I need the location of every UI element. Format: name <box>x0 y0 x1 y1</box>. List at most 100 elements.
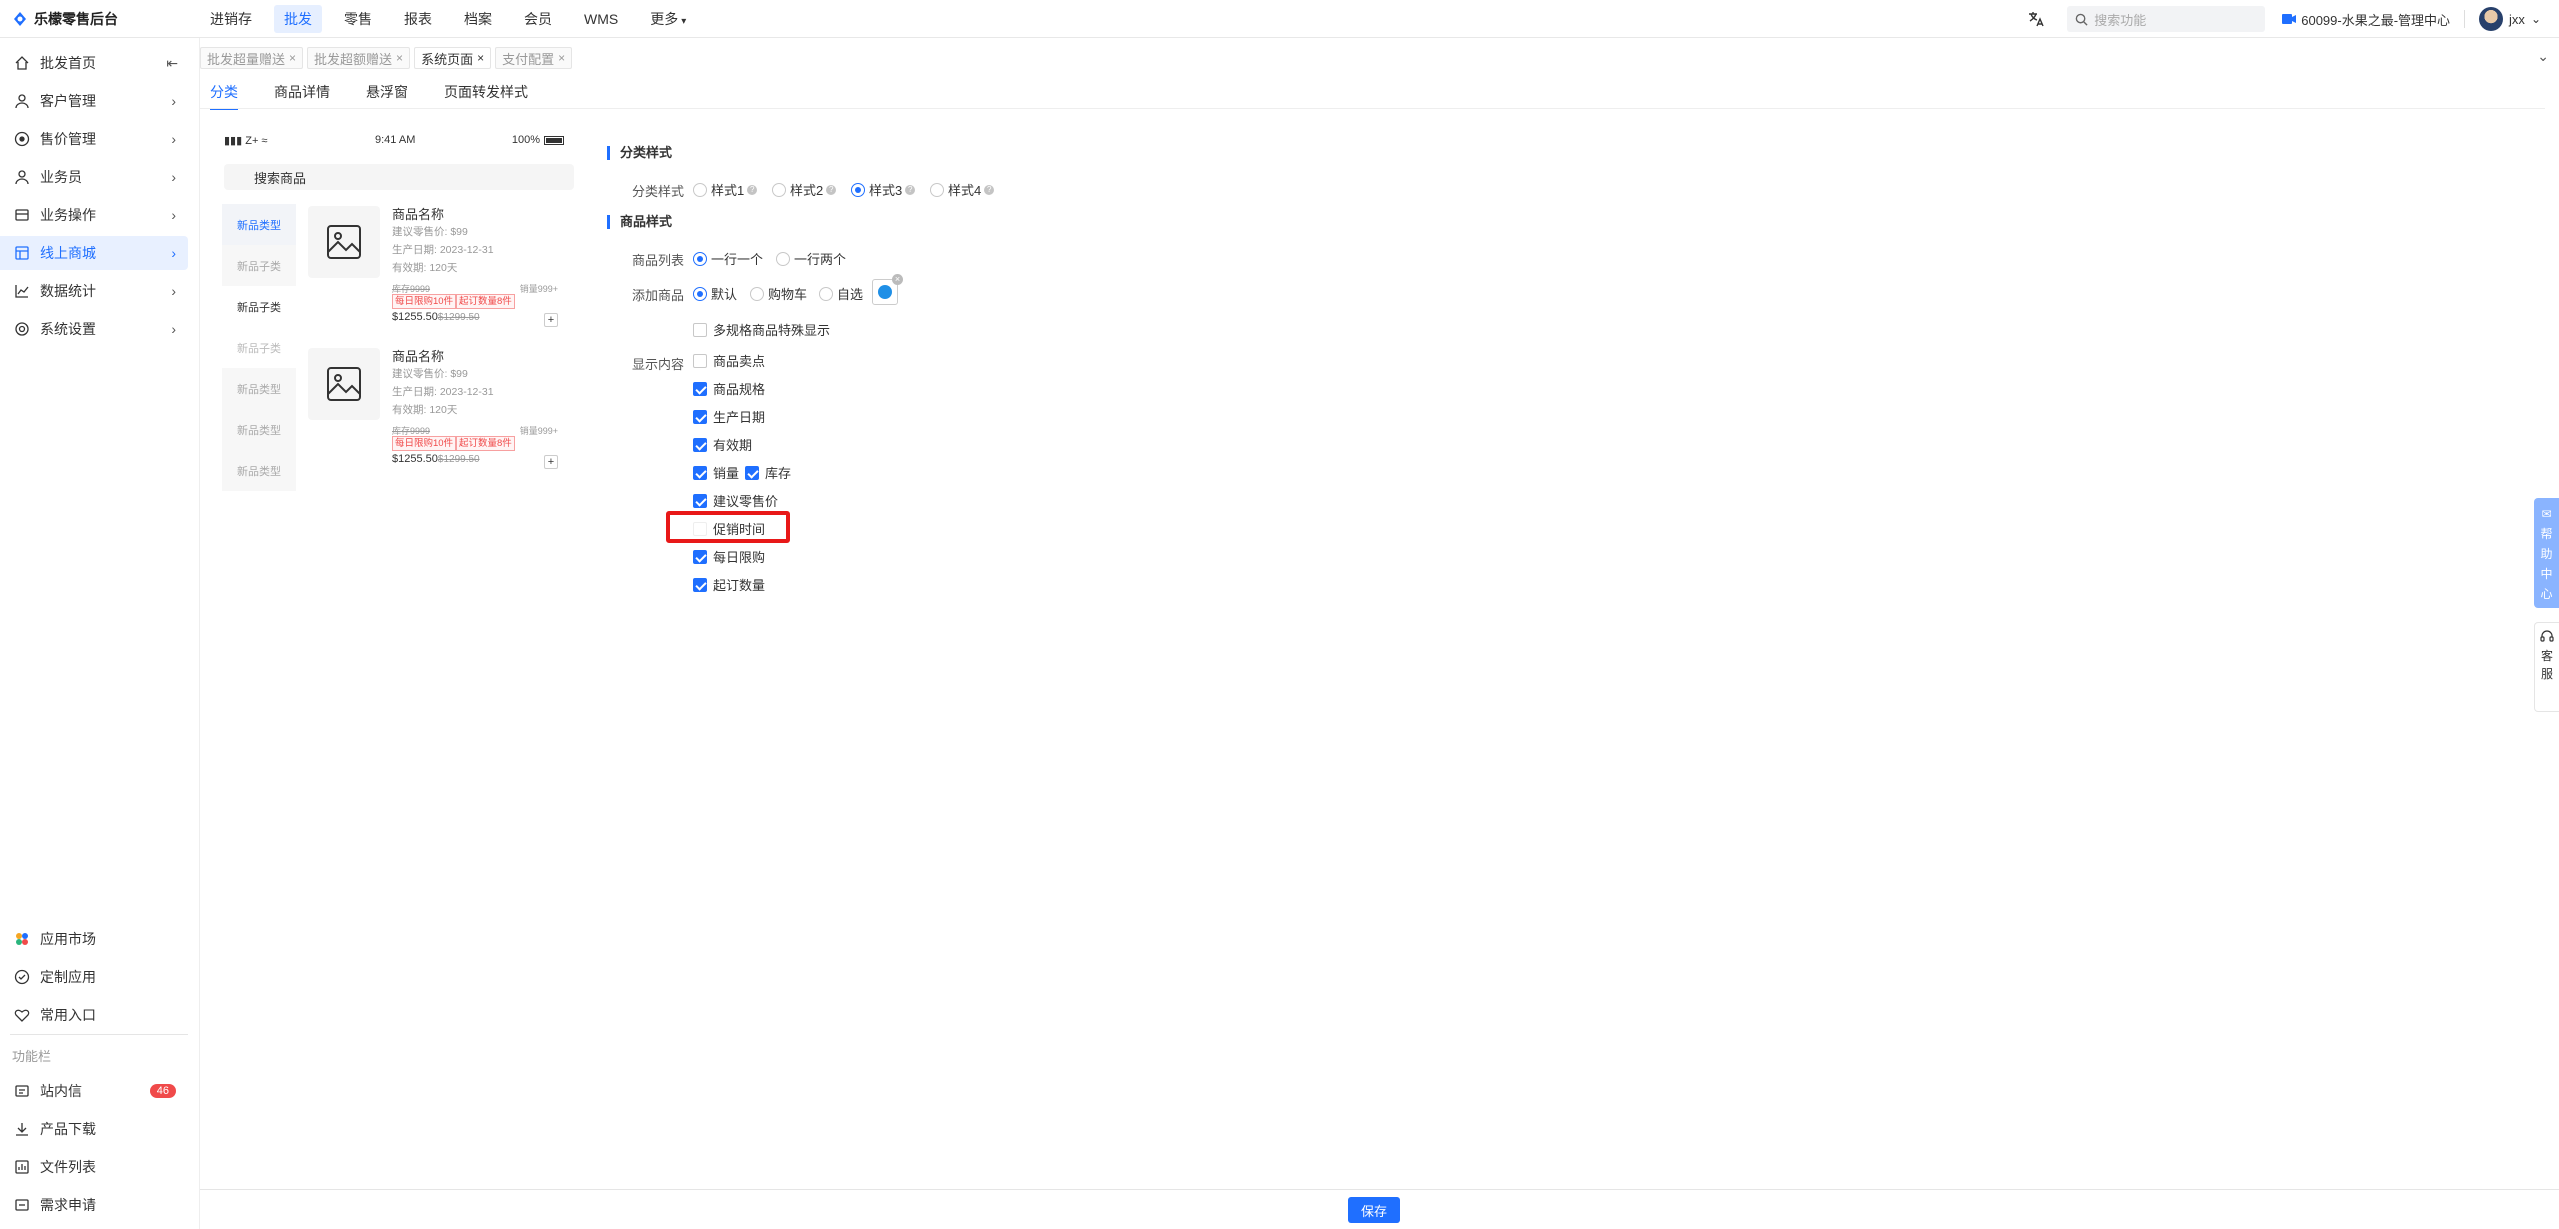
list-option-single[interactable]: 一行一个 <box>693 249 763 268</box>
function-search-input[interactable]: 搜索功能 <box>2067 6 2266 32</box>
custom-add-icon-picker[interactable]: × <box>872 274 903 305</box>
checkbox[interactable] <box>693 322 707 337</box>
nav-jxc[interactable]: 进销存 <box>200 5 262 33</box>
close-icon[interactable]: × <box>477 51 484 65</box>
nav-more[interactable]: 更多 ▾ <box>640 5 696 33</box>
checkbox-checked[interactable] <box>693 409 707 424</box>
display-min-order[interactable]: 起订数量 <box>693 575 765 594</box>
nav-wms[interactable]: WMS <box>574 7 628 31</box>
sidebar-item-price[interactable]: 售价管理 › <box>0 122 188 156</box>
radio-checked[interactable] <box>693 286 707 301</box>
nav-wholesale[interactable]: 批发 <box>274 4 322 33</box>
add-option-custom[interactable]: 自选 <box>819 284 863 303</box>
option-label: 自选 <box>837 287 864 302</box>
add-option-cart[interactable]: 购物车 <box>750 284 807 303</box>
display-sales[interactable]: 销量 <box>693 463 739 482</box>
tab-category[interactable]: 分类 <box>210 82 238 110</box>
page-tab-active[interactable]: 系统页面 × <box>414 47 492 69</box>
list-option-double[interactable]: 一行两个 <box>776 249 846 268</box>
close-icon[interactable]: × <box>289 51 296 65</box>
brand[interactable]: 乐檬零售后台 <box>0 9 200 29</box>
radio[interactable] <box>750 286 764 301</box>
tab-floating-window[interactable]: 悬浮窗 <box>366 82 408 110</box>
radio-checked[interactable] <box>693 251 707 266</box>
help-icon[interactable]: ? <box>905 184 916 195</box>
help-icon[interactable]: ? <box>826 184 837 195</box>
sidebar-item-operations[interactable]: 业务操作 › <box>0 198 188 232</box>
radio[interactable] <box>772 182 786 197</box>
sidebar-item-downloads[interactable]: 产品下载 <box>0 1112 188 1146</box>
sidebar-item-settings[interactable]: 系统设置 › <box>0 312 188 346</box>
display-validity[interactable]: 有效期 <box>693 435 752 454</box>
radio[interactable] <box>930 182 944 197</box>
display-suggest-price[interactable]: 建议零售价 <box>693 491 778 510</box>
daily-limit-tag: 每日限购10件 <box>392 294 457 309</box>
category-style-option-2[interactable]: 样式2? <box>772 180 837 199</box>
tab-share-style[interactable]: 页面转发样式 <box>444 82 528 110</box>
page-tab[interactable]: 批发超量赠送 × <box>200 47 304 69</box>
page-tab[interactable]: 支付配置 × <box>495 47 573 69</box>
page-tab[interactable]: 批发超额赠送 × <box>307 47 411 69</box>
display-selling-point[interactable]: 商品卖点 <box>693 351 765 370</box>
gear-icon <box>15 322 29 336</box>
multi-spec-checkbox[interactable]: 多规格商品特殊显示 <box>693 320 830 339</box>
sidebar-item-app-market[interactable]: 应用市场 <box>0 922 188 956</box>
translate-icon[interactable] <box>2027 10 2045 28</box>
sidebar-item-online-mall[interactable]: 线上商城 › <box>0 236 188 270</box>
display-daily-limit[interactable]: 每日限购 <box>693 547 765 566</box>
sidebar-item-custom-app[interactable]: 定制应用 <box>0 960 188 994</box>
radio[interactable] <box>776 251 790 266</box>
category-style-option-3[interactable]: 样式3? <box>851 180 916 199</box>
add-option-default[interactable]: 默认 <box>693 284 737 303</box>
sidebar-item-requests[interactable]: 需求申请 <box>0 1188 188 1222</box>
sidebar-item-messages[interactable]: 站内信 46 <box>0 1074 188 1108</box>
nav-report[interactable]: 报表 <box>394 5 442 33</box>
goods-sales: 销量999+ <box>519 284 558 294</box>
checkbox-checked[interactable] <box>745 465 759 480</box>
checkbox-checked[interactable] <box>693 465 707 480</box>
collapse-sidebar-icon[interactable]: ⇤ <box>166 55 178 72</box>
tab-goods-detail[interactable]: 商品详情 <box>274 82 330 110</box>
goods-image <box>308 348 380 420</box>
remove-icon[interactable]: × <box>892 274 903 285</box>
save-button[interactable]: 保存 <box>1348 1197 1400 1223</box>
sidebar-item-customers[interactable]: 客户管理 › <box>0 84 188 118</box>
customer-service-button[interactable]: 客 服 <box>2534 622 2559 712</box>
checkbox-checked[interactable] <box>693 437 707 452</box>
sidebar-item-favorites[interactable]: 常用入口 <box>0 998 188 1032</box>
nav-retail[interactable]: 零售 <box>334 5 382 33</box>
store-selector[interactable]: 60099-水果之最-管理中心 <box>2281 10 2450 29</box>
sidebar-item-label: 需求申请 <box>40 1197 96 1213</box>
image-placeholder-icon <box>327 225 361 259</box>
checkbox-checked[interactable] <box>693 577 707 592</box>
radio[interactable] <box>819 286 833 301</box>
display-production-date[interactable]: 生产日期 <box>693 407 765 426</box>
sidebar-item-wholesale-home[interactable]: 批发首页 ⇤ <box>0 46 188 80</box>
close-icon[interactable]: × <box>396 51 403 65</box>
close-icon[interactable]: × <box>558 51 565 65</box>
radio[interactable] <box>693 182 707 197</box>
goods-image <box>308 206 380 278</box>
help-center-button[interactable]: ✉ 帮 助 中 心 <box>2534 498 2559 608</box>
help-icon[interactable]: ? <box>984 184 995 195</box>
page-tab-label: 系统页面 <box>421 51 474 67</box>
display-spec[interactable]: 商品规格 <box>693 379 765 398</box>
checkbox-label: 每日限购 <box>713 550 766 565</box>
checkbox-checked[interactable] <box>693 493 707 508</box>
help-icon[interactable]: ? <box>747 184 758 195</box>
sidebar-item-salesman[interactable]: 业务员 › <box>0 160 188 194</box>
nav-archive[interactable]: 档案 <box>454 5 502 33</box>
nav-member[interactable]: 会员 <box>514 5 562 33</box>
checkbox[interactable] <box>693 353 707 368</box>
checkbox-checked[interactable] <box>693 549 707 564</box>
checkbox-checked[interactable] <box>693 381 707 396</box>
radio-checked[interactable] <box>851 182 865 197</box>
chevron-down-icon[interactable]: ⌄ <box>2537 48 2549 65</box>
display-stock[interactable]: 库存 <box>745 463 791 482</box>
sidebar-item-file-list[interactable]: 文件列表 <box>0 1150 188 1184</box>
sidebar-item-statistics[interactable]: 数据统计 › <box>0 274 188 308</box>
request-icon <box>15 1199 29 1211</box>
category-style-option-4[interactable]: 样式4? <box>930 180 995 199</box>
category-style-option-1[interactable]: 样式1? <box>693 180 758 199</box>
user-menu[interactable]: jxx ⌄ <box>2479 7 2541 31</box>
